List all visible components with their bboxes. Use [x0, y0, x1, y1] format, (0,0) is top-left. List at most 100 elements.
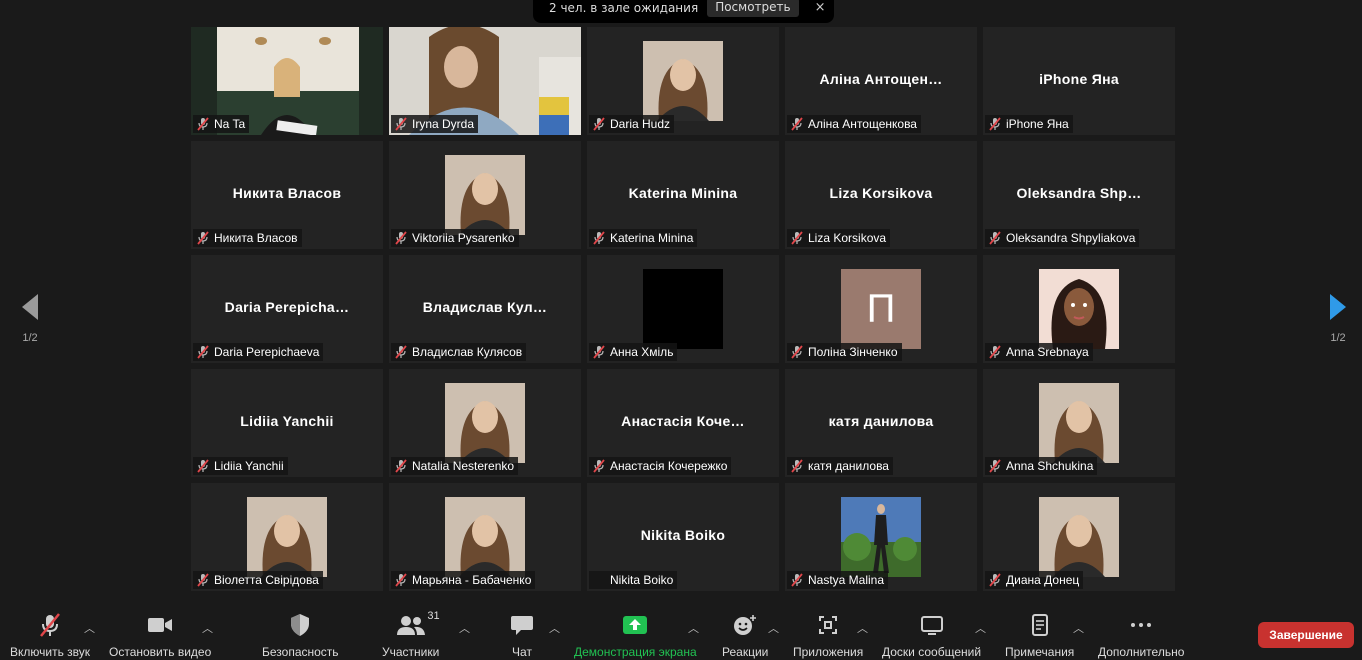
participant-tile[interactable]: Liza Korsikova Liza Korsikova — [785, 141, 977, 249]
chat-label: Чат — [512, 645, 532, 659]
participant-tile[interactable]: Oleksandra Shp… Oleksandra Shpyliakova — [983, 141, 1175, 249]
end-meeting-button[interactable]: Завершение — [1258, 622, 1354, 648]
participant-display-name: Владислав Кул… — [422, 299, 548, 315]
participant-display-name: Nikita Boiko — [640, 527, 726, 543]
participant-name-label: Daria Perepichaeva — [193, 343, 324, 361]
chevron-up-icon[interactable]: ︿ — [1073, 620, 1084, 636]
participant-name: Daria Hudz — [610, 117, 671, 131]
participant-tile[interactable]: Владислав Кул… Владислав Кулясов — [389, 255, 581, 363]
microphone-muted-icon — [592, 117, 606, 131]
participant-name-label: Анна Хміль — [589, 343, 678, 361]
apps-button[interactable]: Приложения — [793, 612, 863, 659]
participant-name: Nastya Malina — [808, 573, 885, 587]
chevron-up-icon[interactable]: ︿ — [688, 620, 699, 636]
participant-display-name: Lidiia Yanchii — [240, 413, 334, 429]
notes-button[interactable]: Примечания — [1005, 612, 1074, 659]
next-page-button[interactable]: 1/2 — [1318, 292, 1358, 344]
participant-tile[interactable]: Anna Shchukina — [983, 369, 1175, 477]
microphone-muted-icon — [37, 612, 63, 638]
chevron-up-icon[interactable]: ︿ — [459, 620, 470, 636]
participant-tile[interactable]: Katerina Minina Katerina Minina — [587, 141, 779, 249]
participant-name-label: Iryna Dyrda — [391, 115, 479, 133]
participant-tile[interactable]: Natalia Nesterenko — [389, 369, 581, 477]
participant-tile[interactable]: Lidiia Yanchii Lidiia Yanchii — [191, 369, 383, 477]
participant-name: Iryna Dyrda — [412, 117, 475, 131]
participant-tile[interactable]: Viktoriia Pysarenko — [389, 141, 581, 249]
participant-name-label: Na Ta — [193, 115, 250, 133]
participant-video — [445, 497, 525, 577]
participant-tile[interactable]: Nastya Malina — [785, 483, 977, 591]
participants-label: Участники — [382, 645, 440, 659]
participant-tile[interactable]: Iryna Dyrda — [389, 27, 581, 135]
apps-icon — [817, 612, 839, 638]
more-button[interactable]: Дополнительно — [1098, 612, 1184, 659]
security-button[interactable]: Безопасность — [262, 612, 339, 659]
chevron-up-icon[interactable]: ︿ — [549, 620, 560, 636]
reactions-label: Реакции — [722, 645, 769, 659]
participant-name-label: Anna Srebnaya — [985, 343, 1093, 361]
microphone-muted-icon — [988, 459, 1002, 473]
participant-display-name: Никита Власов — [232, 185, 342, 201]
participant-tile[interactable]: Віолетта Свірідова — [191, 483, 383, 591]
participant-name-label: Марьяна - Бабаченко — [391, 571, 536, 589]
chevron-up-icon[interactable]: ︿ — [975, 620, 986, 636]
participant-name-label: Anna Shchukina — [985, 457, 1098, 475]
participant-tile[interactable]: Анна Хміль — [587, 255, 779, 363]
participant-tile[interactable]: Nikita Boiko Nikita Boiko — [587, 483, 779, 591]
unmute-button[interactable]: Включить звук — [10, 612, 90, 659]
participant-name: Anna Srebnaya — [1006, 345, 1089, 359]
participant-tile[interactable]: Daria Perepicha… Daria Perepichaeva — [191, 255, 383, 363]
whiteboards-button[interactable]: Доски сообщений — [882, 612, 981, 659]
participants-button[interactable]: 31 Участники — [382, 610, 440, 659]
participant-tile[interactable]: катя данилова катя данилова — [785, 369, 977, 477]
participant-tile[interactable]: Na Ta — [191, 27, 383, 135]
participant-tile[interactable]: Daria Hudz — [587, 27, 779, 135]
chat-button[interactable]: Чат — [510, 612, 534, 659]
security-label: Безопасность — [262, 645, 339, 659]
share-screen-icon — [622, 612, 648, 638]
chevron-up-icon[interactable]: ︿ — [202, 620, 213, 636]
participant-tile[interactable]: П Поліна Зінченко — [785, 255, 977, 363]
view-waiting-room-button[interactable]: Посмотреть — [707, 0, 799, 17]
video-camera-icon — [146, 612, 174, 638]
participant-display-name: Анастасія Коче… — [621, 413, 745, 429]
microphone-muted-icon — [790, 573, 804, 587]
participant-video — [643, 41, 723, 121]
share-screen-label: Демонстрация экрана — [574, 645, 697, 659]
participant-name: Daria Perepichaeva — [214, 345, 320, 359]
participant-name: Nikita Boiko — [610, 573, 674, 587]
unmute-label: Включить звук — [10, 645, 91, 659]
participant-video — [1039, 497, 1119, 577]
chevron-up-icon[interactable]: ︿ — [857, 620, 868, 636]
participant-name-label: Диана Донец — [985, 571, 1084, 589]
reactions-button[interactable]: Реакции — [722, 612, 768, 659]
participant-name-label: Владислав Кулясов — [391, 343, 527, 361]
participant-name-label: Oleksandra Shpyliakova — [985, 229, 1140, 247]
share-screen-button[interactable]: Демонстрация экрана — [574, 612, 697, 659]
participant-name: Аліна Антощенкова — [808, 117, 917, 131]
participant-tile[interactable]: iPhone Яна iPhone Яна — [983, 27, 1175, 135]
participant-name: катя данилова — [808, 459, 889, 473]
participant-tile[interactable]: Никита Власов Никита Власов — [191, 141, 383, 249]
participant-tile[interactable]: Anna Srebnaya — [983, 255, 1175, 363]
close-icon[interactable]: × — [815, 0, 826, 15]
chevron-up-icon[interactable]: ︿ — [84, 620, 95, 636]
participant-name: Oleksandra Shpyliakova — [1006, 231, 1136, 245]
participant-display-name: Аліна Антощен… — [819, 71, 943, 87]
participant-name-label: Никита Власов — [193, 229, 302, 247]
participant-tile[interactable]: Диана Донец — [983, 483, 1175, 591]
participant-tile[interactable]: Марьяна - Бабаченко — [389, 483, 581, 591]
page-indicator-left: 1/2 — [22, 332, 38, 344]
previous-page-button[interactable]: 1/2 — [10, 292, 50, 344]
participant-tile[interactable]: Аліна Антощен… Аліна Антощенкова — [785, 27, 977, 135]
microphone-muted-icon — [196, 117, 210, 131]
participant-name: Никита Власов — [214, 231, 298, 245]
stop-video-button[interactable]: Остановить видео — [109, 612, 211, 659]
notes-icon — [1030, 612, 1050, 638]
chevron-up-icon[interactable]: ︿ — [768, 620, 779, 636]
participant-name: Диана Донец — [1006, 573, 1080, 587]
participant-tile[interactable]: Анастасія Коче… Анастасія Кочережко — [587, 369, 779, 477]
participant-name-label: Liza Korsikova — [787, 229, 891, 247]
participant-display-name: катя данилова — [828, 413, 934, 429]
